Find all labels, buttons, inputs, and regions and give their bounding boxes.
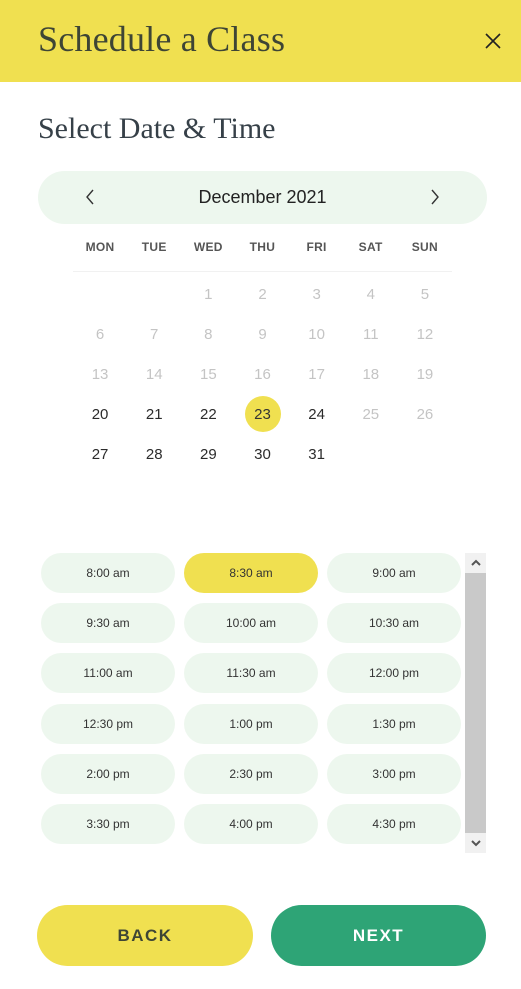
weekday-label: TUE (141, 240, 167, 254)
calendar-day[interactable]: 30 (245, 436, 281, 472)
time-slot[interactable]: 9:30 am (41, 603, 175, 644)
time-slot[interactable]: 2:30 pm (184, 753, 318, 794)
calendar-day: 6 (95, 325, 105, 343)
time-slot[interactable]: 11:00 am (41, 653, 175, 694)
weekday-label: SUN (411, 240, 438, 254)
chevron-right-icon (431, 189, 439, 205)
weekday-label: MON (85, 240, 115, 254)
calendar-day: 9 (258, 325, 267, 343)
calendar-day[interactable]: 31 (299, 436, 335, 472)
modal-header: Schedule a Class (0, 0, 521, 82)
calendar-day: 26 (416, 405, 434, 423)
chevron-down-icon (470, 840, 481, 847)
close-icon (485, 33, 501, 49)
calendar-day: 14 (145, 365, 163, 383)
time-slot[interactable]: 9:00 am (327, 553, 461, 593)
modal-title: Schedule a Class (38, 19, 286, 59)
calendar-day: 7 (150, 325, 159, 343)
time-slot[interactable]: 12:00 pm (327, 653, 461, 694)
time-slot[interactable]: 12:30 pm (41, 703, 175, 744)
time-slot[interactable]: 2:00 pm (41, 753, 175, 794)
time-slot[interactable]: 3:00 pm (327, 753, 461, 794)
calendar-day[interactable]: 20 (82, 396, 118, 432)
calendar-day: 25 (362, 405, 380, 423)
scroll-up-button[interactable] (465, 553, 486, 573)
time-slot[interactable]: 3:30 pm (41, 804, 175, 844)
time-slot[interactable]: 1:30 pm (327, 703, 461, 744)
calendar-day: 11 (362, 325, 379, 343)
calendar-day[interactable]: 29 (190, 436, 226, 472)
time-slot[interactable]: 1:00 pm (184, 703, 318, 744)
chevron-up-icon (470, 559, 481, 566)
time-slot[interactable]: 10:00 am (184, 603, 318, 644)
calendar-day: 2 (258, 285, 267, 303)
calendar-day-selected[interactable]: 23 (244, 396, 281, 432)
weekday-header: MON TUE WED THU FRI SAT SUN (73, 240, 452, 254)
calendar-day: 12 (416, 325, 434, 343)
calendar-day: 16 (254, 365, 271, 383)
weekday-label: THU (249, 240, 276, 254)
calendar-day[interactable]: 28 (136, 436, 172, 472)
time-slot[interactable]: 11:30 am (184, 653, 318, 694)
calendar-day: 5 (420, 285, 430, 303)
month-label: December 2021 (198, 187, 327, 207)
calendar-day: 8 (204, 325, 213, 343)
time-slot[interactable]: 10:30 am (327, 603, 461, 644)
next-button[interactable]: NEXT (271, 905, 486, 966)
next-month-button[interactable] (423, 185, 447, 209)
scroll-down-button[interactable] (465, 833, 486, 853)
scrollbar-thumb[interactable] (465, 573, 486, 833)
back-button[interactable]: BACK (37, 905, 253, 966)
time-slot-selected[interactable]: 8:30 am (184, 553, 318, 593)
calendar-day[interactable]: 27 (82, 436, 118, 472)
calendar-day[interactable]: 22 (190, 396, 226, 432)
weekday-label: FRI (306, 240, 327, 254)
weekday-divider (73, 271, 452, 272)
time-slot[interactable]: 4:30 pm (327, 804, 461, 844)
calendar-day: 3 (312, 285, 321, 303)
calendar-day[interactable]: 24 (299, 396, 335, 432)
calendar-day: 1 (204, 285, 213, 303)
calendar-day: 18 (362, 365, 380, 383)
calendar-day: 13 (91, 365, 109, 383)
calendar-day: 17 (308, 365, 325, 383)
month-navigator: December 2021 (38, 171, 487, 224)
weekday-label: WED (193, 240, 223, 254)
time-slot[interactable]: 4:00 pm (184, 804, 318, 844)
close-button[interactable] (482, 30, 504, 52)
calendar-day: 19 (416, 365, 434, 383)
weekday-label: SAT (358, 240, 383, 254)
time-slot-list: 8:00 am 8:30 am 9:00 am 9:30 am 10:00 am 10:3… (41, 553, 461, 851)
time-slot-scrollbar[interactable] (465, 553, 486, 853)
calendar-day[interactable]: 21 (136, 396, 172, 432)
calendar-day: 10 (308, 325, 325, 343)
section-title: Select Date & Time (38, 112, 276, 145)
time-slot[interactable]: 8:00 am (41, 553, 175, 593)
calendar-day: 4 (366, 285, 375, 303)
calendar-day: 15 (200, 365, 217, 383)
